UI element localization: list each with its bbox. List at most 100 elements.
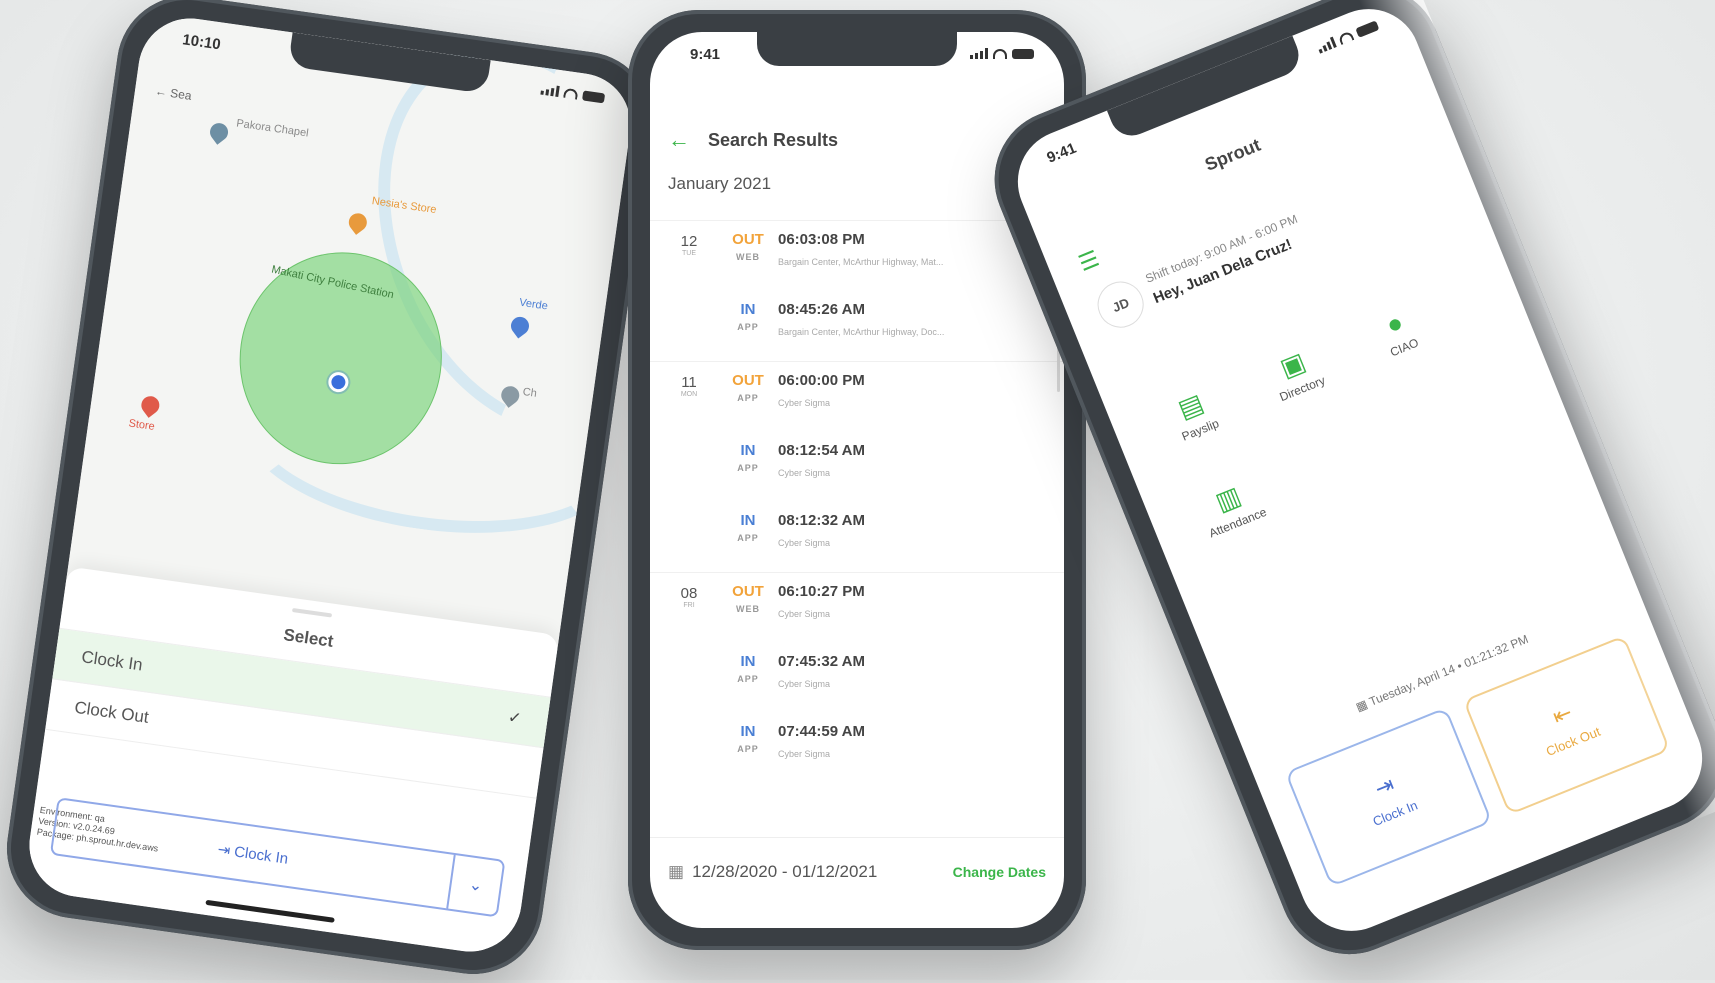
entry-source: APP — [737, 744, 759, 754]
entry-type: IN APP — [728, 442, 768, 473]
day-weekday: MON — [680, 391, 698, 398]
entry-source: APP — [737, 463, 759, 473]
day-number: 11 — [681, 374, 697, 391]
attendance-entry[interactable]: IN APP 08:12:54 AM Cyber Sigma — [650, 432, 1064, 502]
location-pin-icon[interactable] — [345, 209, 371, 235]
location-pin-icon[interactable] — [206, 119, 232, 145]
entry-source: APP — [737, 674, 759, 684]
entry-day: 11 MON — [674, 374, 704, 398]
dropdown-label: ⇥ Clock In — [55, 817, 452, 890]
status-time: 9:41 — [1044, 139, 1079, 167]
tile-directory[interactable]: ▣ Directory — [1241, 332, 1352, 414]
entry-type-label: IN — [740, 723, 756, 740]
map-screen: 10:10 ← Sea Pakora Chapel Nesia's Store … — [22, 11, 638, 959]
map-label: Ch — [521, 385, 538, 400]
dropdown-value: Clock In — [233, 843, 290, 868]
entry-type-label: IN — [740, 442, 756, 459]
entry-time: 06:03:08 PM — [778, 231, 865, 248]
entry-type-label: OUT — [732, 372, 764, 389]
attendance-entry[interactable]: 11 MON OUT APP 06:00:00 PM Cyber Sigma — [650, 361, 1064, 432]
entry-type: OUT APP — [728, 372, 768, 403]
entry-time: 06:00:00 PM — [778, 372, 865, 389]
entry-location: Bargain Center, McArthur Highway, Mat... — [778, 257, 944, 267]
signal-icon — [1316, 36, 1337, 54]
entry-day: 12 TUE — [674, 233, 704, 257]
entry-time: 08:45:26 AM — [778, 301, 865, 318]
month-heading: January 2021 — [668, 174, 772, 193]
entry-type-label: IN — [740, 653, 756, 670]
wifi-icon — [993, 48, 1007, 59]
check-icon: ✓ — [506, 709, 523, 728]
entry-source: APP — [737, 393, 759, 403]
tile-ciao[interactable]: ● CIAO — [1343, 291, 1454, 373]
entry-type: IN APP — [728, 512, 768, 543]
entry-source: APP — [737, 533, 759, 543]
attendance-entry[interactable]: IN APP 07:44:59 AM Cyber Sigma — [650, 713, 1064, 783]
hamburger-menu-icon[interactable]: ☰ — [1075, 246, 1103, 277]
tile-attendance[interactable]: ▥ Attendance — [1176, 466, 1287, 548]
page-title: Search Results — [708, 129, 839, 150]
back-arrow-icon[interactable]: ← — [668, 127, 690, 153]
status-icons — [970, 48, 1034, 59]
map-view[interactable]: ← Sea Pakora Chapel Nesia's Store Verde … — [65, 11, 638, 656]
select-sheet: Select Clock In ✓ Clock Out Environment:… — [22, 566, 560, 959]
entry-type: OUT WEB — [728, 583, 768, 614]
entry-day: 08 FRI — [674, 585, 704, 609]
entry-location: Cyber Sigma — [778, 679, 831, 689]
clock-action-dropdown[interactable]: ⇥ Clock In ⌄ — [49, 797, 506, 918]
home-indicator — [205, 899, 335, 923]
signal-icon — [540, 84, 560, 97]
entry-location: Cyber Sigma — [778, 398, 831, 408]
clock-out-icon: ⇤ — [1548, 699, 1576, 730]
attendance-entry[interactable]: 12 TUE OUT WEB 06:03:08 PM Bargain Center, Mc… — [650, 220, 1064, 291]
entry-time: 07:45:32 AM — [778, 653, 865, 670]
entry-time: 08:12:32 AM — [778, 512, 865, 529]
chevron-down-icon[interactable]: ⌄ — [446, 854, 504, 916]
attendance-entry[interactable]: IN APP 08:45:26 AM Bargain Center, McArthur… — [650, 291, 1064, 361]
battery-icon — [1355, 19, 1380, 38]
entry-location: Cyber Sigma — [778, 749, 831, 759]
entry-type-label: IN — [740, 301, 756, 318]
day-number: 08 — [680, 585, 698, 602]
avatar[interactable]: JD — [1090, 274, 1151, 335]
attendance-entry[interactable]: IN APP 07:45:32 AM Cyber Sigma — [650, 643, 1064, 713]
clock-out-label: Clock Out — [1543, 723, 1603, 759]
entry-type: IN APP — [728, 653, 768, 684]
attendance-entry[interactable]: 08 FRI OUT WEB 06:10:27 PM Cyber Sigma — [650, 572, 1064, 643]
day-weekday: TUE — [682, 250, 696, 257]
phone-map: 10:10 ← Sea Pakora Chapel Nesia's Store … — [0, 0, 663, 983]
map-back-button[interactable]: ← Sea — [154, 84, 192, 103]
clock-in-label: Clock In — [1370, 797, 1420, 829]
entry-type-label: OUT — [732, 583, 764, 600]
day-weekday: FRI — [683, 602, 695, 609]
entry-type: IN APP — [728, 723, 768, 754]
tile-payslip[interactable]: ▤ Payslip — [1139, 373, 1250, 455]
status-time: 9:41 — [690, 46, 721, 63]
change-dates-button[interactable]: Change Dates — [953, 864, 1046, 880]
entry-time: 08:12:54 AM — [778, 442, 865, 459]
date-range: 12/28/2020 - 01/12/2021 — [692, 862, 878, 881]
status-bar: 9:41 — [1035, 18, 1382, 174]
clock-in-button[interactable]: ⇥ Clock In — [1284, 707, 1493, 888]
status-icons — [1316, 19, 1380, 54]
wifi-icon — [563, 87, 579, 100]
entry-source: WEB — [736, 252, 760, 262]
attendance-list: 12 TUE OUT WEB 06:03:08 PM Bargain Center, Mc… — [650, 220, 1064, 783]
entry-type-label: IN — [740, 512, 756, 529]
sheet-handle[interactable] — [291, 607, 333, 618]
calendar-icon: ▦ — [668, 862, 685, 881]
signal-icon — [970, 48, 988, 59]
entry-location: Cyber Sigma — [778, 468, 831, 478]
map-label: Pakora Chapel — [235, 117, 310, 140]
attendance-entry[interactable]: IN APP 08:12:32 AM Cyber Sigma — [650, 502, 1064, 572]
day-number: 12 — [680, 233, 698, 250]
entry-time: 07:44:59 AM — [778, 723, 865, 740]
battery-icon — [1012, 48, 1034, 59]
entry-location: Cyber Sigma — [778, 538, 831, 548]
entry-type-label: OUT — [732, 231, 764, 248]
location-pin-icon[interactable] — [137, 392, 163, 418]
entry-location: Cyber Sigma — [778, 609, 831, 619]
battery-icon — [582, 89, 606, 103]
entry-time: 06:10:27 PM — [778, 583, 865, 600]
entry-type: OUT WEB — [728, 231, 768, 262]
